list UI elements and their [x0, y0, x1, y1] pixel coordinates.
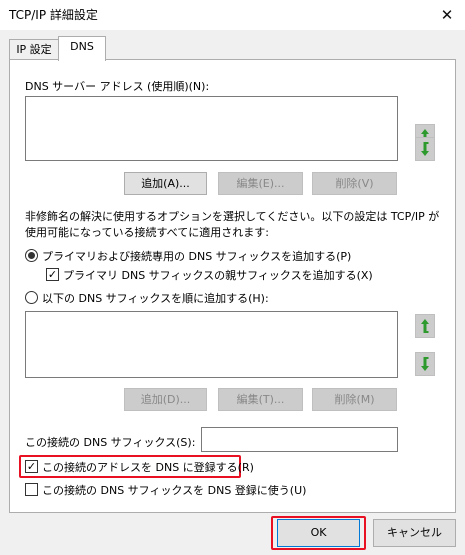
ok-button[interactable]: OK [277, 519, 360, 547]
resolution-description: 非修飾名の解決に使用するオプションを選択してください。以下の設定は TCP/IP… [25, 210, 440, 223]
dns-suffix-move-down-button[interactable] [415, 352, 435, 376]
checkbox-use-suffix[interactable] [25, 483, 38, 496]
dns-suffix-edit-button[interactable]: 編集(T)... [218, 388, 303, 411]
close-icon[interactable]: ✕ [435, 4, 459, 26]
connection-suffix-input[interactable] [201, 427, 398, 452]
dns-suffix-add-button[interactable]: 追加(D)... [124, 388, 207, 411]
cancel-button[interactable]: キャンセル [373, 519, 456, 547]
tab-ip-settings[interactable]: IP 設定 [9, 39, 59, 61]
radio-selected-dot [28, 252, 35, 259]
dns-suffix-move-up-button[interactable] [415, 314, 435, 338]
checkbox-parent-suffix-label[interactable]: プライマリ DNS サフィックスの親サフィックスを追加する(X) [63, 267, 373, 283]
window-title: TCP/IP 詳細設定 [9, 8, 98, 22]
connection-suffix-label: この接続の DNS サフィックス(S): [25, 436, 196, 449]
check-icon: ✓ [47, 268, 58, 281]
radio-primary-suffix[interactable] [25, 249, 38, 262]
radio-primary-suffix-label[interactable]: プライマリおよび接続専用の DNS サフィックスを追加する(P) [42, 248, 351, 264]
resolution-description-2: 使用可能になっている接続すべてに適用されます: [25, 226, 269, 239]
dns-server-add-button[interactable]: 追加(A)... [124, 172, 207, 195]
tab-dns[interactable]: DNS [58, 36, 106, 61]
checkbox-register-dns-label[interactable]: この接続のアドレスを DNS に登録する(R) [42, 459, 254, 475]
check-icon: ✓ [26, 460, 37, 473]
arrow-down-icon [421, 142, 429, 156]
dns-suffix-remove-button[interactable]: 削除(M) [312, 388, 397, 411]
checkbox-use-suffix-label[interactable]: この接続の DNS サフィックスを DNS 登録に使う(U) [42, 482, 306, 498]
radio-suffix-list[interactable] [25, 291, 38, 304]
dns-server-list[interactable] [25, 96, 398, 161]
dns-server-label: DNS サーバー アドレス (使用順)(N): [25, 80, 210, 93]
radio-suffix-list-label[interactable]: 以下の DNS サフィックスを順に追加する(H): [42, 290, 269, 306]
checkbox-parent-suffix[interactable]: ✓ [46, 268, 59, 281]
dns-server-edit-button[interactable]: 編集(E)... [218, 172, 303, 195]
dns-suffix-list[interactable] [25, 311, 398, 378]
checkbox-register-dns[interactable]: ✓ [25, 460, 38, 473]
dns-server-move-down-button[interactable] [415, 137, 435, 161]
arrow-down-icon [421, 357, 429, 371]
arrow-up-icon [421, 319, 429, 333]
dns-server-remove-button[interactable]: 削除(V) [312, 172, 397, 195]
